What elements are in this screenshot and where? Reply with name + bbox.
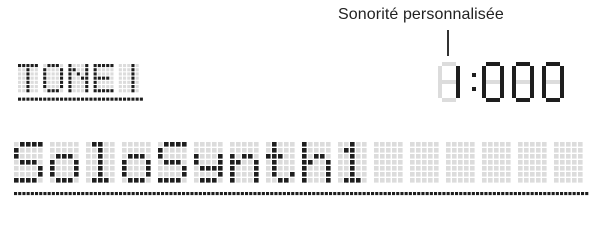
- lcd-name-underline: [14, 192, 589, 196]
- lcd-mode-text: [18, 64, 139, 93]
- lcd-dot-matrix: [14, 62, 589, 196]
- lcd-tone-number: [438, 62, 564, 102]
- lcd-mode-underline: [18, 97, 143, 101]
- lcd-tone-name: [14, 142, 583, 183]
- custom-tone-callout-label: Sonorité personnalisée: [338, 6, 504, 23]
- callout-pointer-line: [447, 30, 449, 56]
- lcd-display: [10, 56, 590, 202]
